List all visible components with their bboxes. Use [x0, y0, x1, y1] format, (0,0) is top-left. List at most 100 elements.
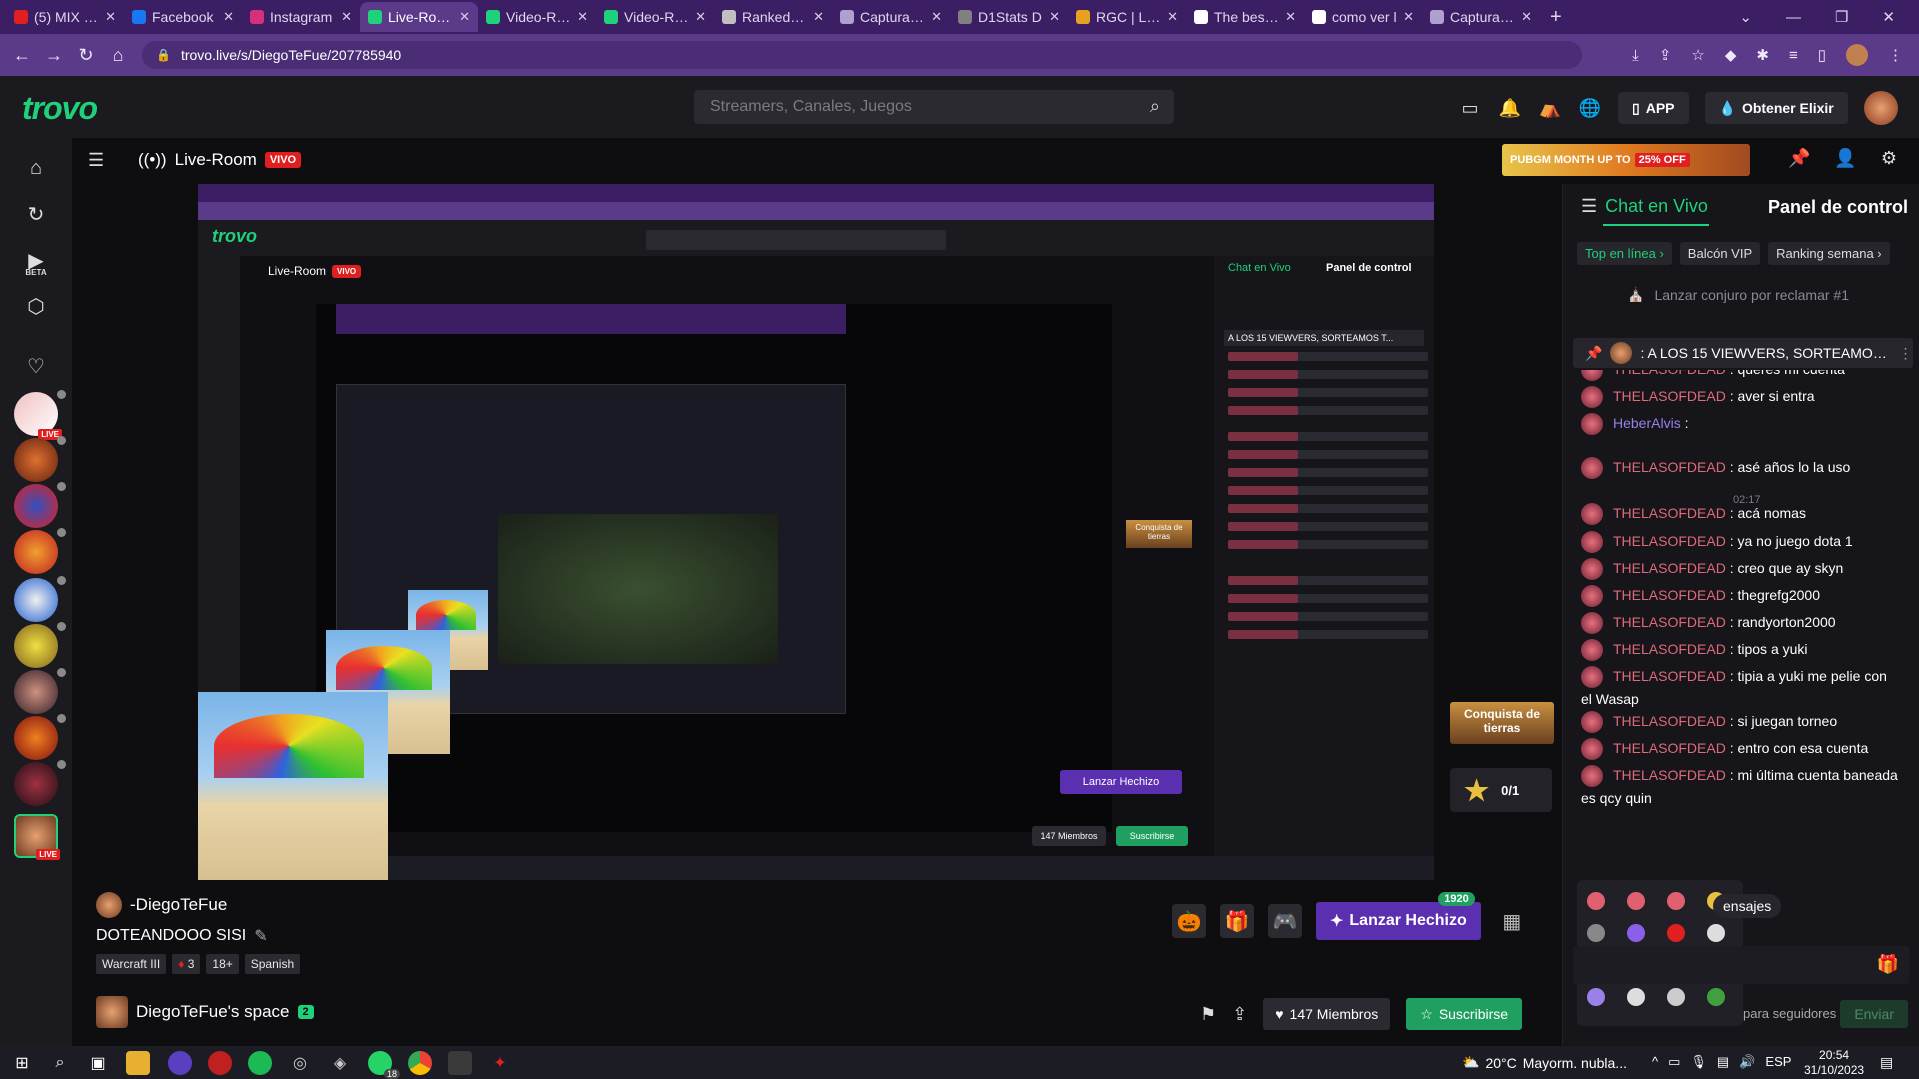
browser-tab[interactable]: D1Stats D ✕ — [950, 2, 1068, 32]
browser-tab[interactable]: Instagram ✕ — [242, 2, 360, 32]
tab-close-icon[interactable]: ✕ — [1403, 9, 1414, 25]
send-button[interactable]: Enviar — [1840, 1000, 1908, 1028]
browser-tab[interactable]: Live-Room ✕ — [360, 2, 478, 32]
pubg-promo-banner[interactable]: PUBGM MONTH UP TO 25% OFF — [1502, 144, 1750, 176]
card-icon[interactable]: ▦ — [1495, 904, 1529, 938]
app-icon[interactable]: ✦ — [488, 1051, 512, 1075]
current-channel-avatar[interactable]: LIVE — [14, 814, 60, 860]
app-icon[interactable] — [448, 1051, 472, 1075]
spell-claim[interactable]: ⛪ Lanzar conjuro por reclamar #1 — [1627, 286, 1849, 303]
chat-user-avatar[interactable] — [1581, 386, 1603, 409]
followed-channel-avatar[interactable] — [14, 528, 66, 574]
app-icon[interactable] — [168, 1051, 192, 1075]
chat-user-avatar[interactable] — [1581, 370, 1603, 382]
chevron-up-icon[interactable]: ^ — [1652, 1054, 1658, 1070]
streamer-avatar[interactable] — [96, 892, 122, 918]
chat-username[interactable]: THELASOFDEAD — [1613, 668, 1726, 684]
filter-weekly-ranking[interactable]: Ranking semana › — [1768, 242, 1890, 265]
tab-close-icon[interactable]: ✕ — [105, 9, 116, 25]
tab-close-icon[interactable]: ✕ — [1521, 9, 1532, 25]
tab-close-icon[interactable]: ✕ — [813, 9, 824, 25]
tab-close-icon[interactable]: ✕ — [1167, 9, 1178, 25]
followed-channel-avatar[interactable] — [14, 760, 66, 806]
collapse-menu-icon[interactable]: ☰ — [88, 150, 104, 171]
tag-language[interactable]: Spanish — [244, 954, 301, 974]
followed-channel-avatar[interactable]: LIVE — [14, 390, 66, 440]
menu-icon[interactable]: ⋮ — [1888, 46, 1903, 64]
video-player[interactable]: trovo Live-Room VIVO Chat en Vivo Panel … — [198, 184, 1434, 880]
chat-user-avatar[interactable] — [1581, 457, 1603, 480]
followed-channel-avatar[interactable] — [14, 482, 66, 528]
chat-username[interactable]: THELASOFDEAD — [1613, 641, 1726, 657]
browser-tab[interactable]: como ver l ✕ — [1304, 2, 1422, 32]
windows-start-icon[interactable]: ⊞ — [10, 1051, 34, 1075]
browser-tab[interactable]: Ranked Ga ✕ — [714, 2, 832, 32]
task-view-icon[interactable]: ▣ — [86, 1051, 110, 1075]
tent-icon[interactable]: ⛺ — [1538, 96, 1562, 120]
streamer-name[interactable]: -DiegoTeFue — [130, 895, 227, 915]
more-icon[interactable]: ⋮ — [1898, 345, 1912, 362]
bookmark-star-icon[interactable]: ☆ — [1691, 46, 1704, 64]
tab-close-icon[interactable]: ✕ — [459, 9, 470, 25]
language-indicator[interactable]: ESP — [1765, 1054, 1791, 1070]
followed-channel-avatar[interactable] — [14, 436, 66, 482]
emoji-item[interactable] — [1587, 892, 1605, 910]
file-explorer-icon[interactable] — [126, 1051, 150, 1075]
chat-username[interactable]: THELASOFDEAD — [1613, 533, 1726, 549]
pinned-message[interactable]: 📌 : A LOS 15 VIEWVERS, SORTEAMOS T... ⋮ — [1573, 338, 1913, 368]
emoji-item[interactable] — [1627, 924, 1645, 942]
followed-channel-avatar[interactable] — [14, 622, 66, 668]
notifications-icon[interactable]: ▤ — [1880, 1054, 1893, 1071]
emoji-item[interactable] — [1707, 924, 1725, 942]
collapse-chat-icon[interactable]: ☰ — [1581, 196, 1597, 217]
search-input[interactable]: Streamers, Canales, Juegos ⌕ — [694, 90, 1174, 124]
emoji-item[interactable] — [1587, 924, 1605, 942]
chat-username[interactable]: THELASOFDEAD — [1613, 767, 1726, 783]
browser-tab[interactable]: (5) MIX LO ✕ — [6, 2, 124, 32]
cube-icon[interactable]: ⬡ — [20, 290, 52, 322]
whatsapp-icon[interactable]: 18 — [368, 1051, 400, 1079]
app-button[interactable]: ▯ APP — [1618, 92, 1689, 124]
space-name[interactable]: DiegoTeFue's space — [136, 1002, 290, 1022]
browser-tab[interactable]: Captura de ✕ — [832, 2, 950, 32]
chat-user-avatar[interactable] — [1581, 738, 1603, 761]
forward-icon[interactable]: → — [38, 45, 70, 66]
tab-close-icon[interactable]: ✕ — [931, 9, 942, 25]
app-icon[interactable] — [208, 1051, 232, 1075]
profile-avatar[interactable] — [1846, 44, 1868, 66]
globe-icon[interactable]: 🌐 — [1578, 96, 1602, 120]
trovo-logo[interactable]: trovo — [22, 90, 98, 127]
refresh-icon[interactable]: ↻ — [20, 198, 52, 230]
edit-pencil-icon[interactable]: ✎ — [254, 926, 267, 946]
tab-control-panel[interactable]: Panel de control — [1768, 197, 1908, 218]
chat-user-avatar[interactable] — [1581, 711, 1603, 734]
flag-icon[interactable]: ⚑ — [1200, 1004, 1216, 1025]
cast-spell-button[interactable]: ✦ Lanzar Hechizo 1920 — [1316, 892, 1481, 940]
browser-tab[interactable]: RGC | Logi ✕ — [1068, 2, 1186, 32]
media-icon[interactable]: ≡ — [1789, 47, 1798, 64]
game-icon[interactable]: 🎮 — [1268, 904, 1302, 938]
home-icon[interactable]: ⌂ — [20, 152, 52, 184]
chat-username[interactable]: THELASOFDEAD — [1613, 713, 1726, 729]
user-avatar[interactable] — [1863, 91, 1898, 125]
new-tab-button[interactable]: + — [1550, 6, 1562, 29]
message-icon[interactable]: ▭ — [1458, 96, 1482, 120]
puzzle-icon[interactable]: ✱ — [1756, 46, 1769, 64]
beta-icon[interactable]: ▶ BETA — [20, 244, 52, 278]
browser-tab[interactable]: Video-Roo ✕ — [478, 2, 596, 32]
gift-box-icon[interactable]: 🎁 — [1220, 904, 1254, 938]
chat-username[interactable]: THELASOFDEAD — [1613, 505, 1726, 521]
chat-user-avatar[interactable] — [1581, 612, 1603, 635]
browser-tab[interactable]: Captura de ✕ — [1422, 2, 1540, 32]
browser-tab[interactable]: The best st ✕ — [1186, 2, 1304, 32]
tab-close-icon[interactable]: ✕ — [695, 9, 706, 25]
followed-channel-avatar[interactable] — [14, 576, 66, 622]
browser-tab[interactable]: Video-Roo ✕ — [596, 2, 714, 32]
tab-close-icon[interactable]: ✕ — [341, 9, 352, 25]
new-messages-badge[interactable]: ensajes — [1713, 894, 1782, 918]
conquista-widget[interactable]: Conquista de tierras — [1450, 702, 1554, 744]
chevron-down-icon[interactable]: ⌄ — [1739, 8, 1752, 26]
tab-close-icon[interactable]: ✕ — [577, 9, 588, 25]
emoji-item[interactable] — [1627, 892, 1645, 910]
clock[interactable]: 20:54 31/10/2023 — [1804, 1048, 1864, 1078]
